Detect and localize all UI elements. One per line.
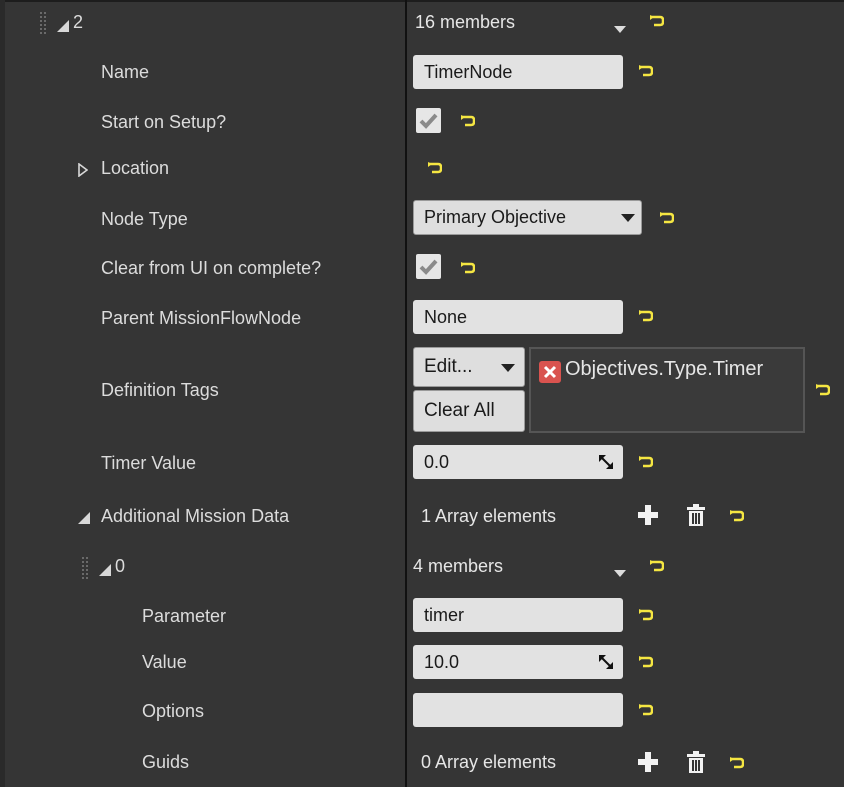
timer-value-text: 0.0 — [424, 452, 450, 472]
reset-to-default-icon[interactable] — [650, 560, 664, 572]
parameter-input[interactable]: timer — [413, 598, 623, 632]
value-input[interactable]: 10.0 — [413, 645, 623, 679]
tag-value: Objectives.Type.Timer — [565, 358, 764, 380]
members-dropdown-icon[interactable] — [614, 562, 626, 583]
value-text: 10.0 — [424, 652, 460, 672]
edit-tags-label: Edit... — [424, 356, 473, 377]
members-count: 16 members — [415, 12, 516, 32]
reset-to-default-icon[interactable] — [639, 704, 653, 716]
element-index-label: 0 — [115, 556, 126, 576]
start-on-setup-checkbox[interactable] — [416, 108, 441, 133]
trash-icon[interactable] — [687, 751, 705, 778]
options-input[interactable] — [413, 693, 623, 727]
panel-top-border — [0, 0, 844, 2]
reset-to-default-icon[interactable] — [461, 262, 475, 274]
reset-to-default-icon[interactable] — [730, 757, 744, 769]
reset-to-default-icon[interactable] — [639, 456, 653, 468]
add-element-icon[interactable] — [638, 752, 658, 777]
parameter-label: Parameter — [142, 606, 227, 626]
start-on-setup-label: Start on Setup? — [101, 112, 227, 132]
guids-label: Guids — [142, 752, 190, 772]
expanded-arrow-icon[interactable] — [78, 508, 90, 529]
chevron-down-icon — [621, 214, 635, 222]
reset-to-default-icon[interactable] — [650, 15, 664, 27]
column-divider[interactable] — [405, 0, 407, 787]
clear-all-button[interactable]: Clear All — [413, 390, 525, 432]
chevron-down-icon — [501, 364, 515, 372]
clear-from-ui-checkbox[interactable] — [416, 254, 441, 279]
timer-value-label: Timer Value — [101, 453, 197, 473]
spin-drag-icon — [599, 655, 613, 669]
array-elements-count: 1 Array elements — [421, 506, 557, 526]
reset-to-default-icon[interactable] — [816, 384, 830, 396]
additional-mission-data-label: Additional Mission Data — [101, 506, 290, 526]
remove-tag-icon[interactable] — [539, 361, 561, 383]
checkmark-icon — [419, 113, 438, 129]
value-label: Value — [142, 652, 187, 672]
node-type-label: Node Type — [101, 209, 188, 229]
tag-container: Objectives.Type.Timer — [529, 347, 805, 433]
reset-to-default-icon[interactable] — [428, 162, 442, 174]
reset-to-default-icon[interactable] — [639, 310, 653, 322]
reset-to-default-icon[interactable] — [639, 656, 653, 668]
drag-grip-icon[interactable] — [82, 557, 90, 579]
expanded-arrow-icon[interactable] — [57, 16, 69, 37]
edit-tags-dropdown[interactable]: Edit... — [413, 347, 525, 387]
node-type-value: Primary Objective — [424, 207, 567, 227]
name-label: Name — [101, 62, 150, 82]
spin-drag-icon — [599, 455, 613, 469]
name-input[interactable]: TimerNode — [413, 55, 623, 89]
checkmark-icon — [419, 259, 438, 275]
add-element-icon[interactable] — [638, 505, 658, 530]
timer-value-input[interactable]: 0.0 — [413, 445, 623, 479]
parent-node-label: Parent MissionFlowNode — [101, 308, 302, 328]
drag-grip-icon[interactable] — [40, 12, 48, 34]
location-label: Location — [101, 158, 170, 178]
panel-left-border — [0, 0, 5, 787]
trash-icon[interactable] — [687, 504, 705, 531]
collapsed-arrow-icon[interactable] — [78, 161, 89, 182]
reset-to-default-icon[interactable] — [639, 65, 653, 77]
expanded-arrow-icon[interactable] — [99, 560, 111, 581]
clear-from-ui-label: Clear from UI on complete? — [101, 258, 322, 278]
members-dropdown-icon[interactable] — [614, 18, 626, 39]
array-elements-count: 0 Array elements — [421, 752, 557, 772]
element-index-label: 2 — [73, 12, 84, 32]
node-type-dropdown[interactable]: Primary Objective — [413, 200, 642, 235]
members-count: 4 members — [413, 556, 504, 576]
reset-to-default-icon[interactable] — [660, 212, 674, 224]
reset-to-default-icon[interactable] — [730, 510, 744, 522]
options-label: Options — [142, 701, 205, 721]
details-panel: 2 16 members Name TimerNode Start on Set… — [0, 0, 844, 787]
reset-to-default-icon[interactable] — [461, 115, 475, 127]
definition-tags-label: Definition Tags — [101, 380, 219, 400]
parent-node-input[interactable]: None — [413, 300, 623, 334]
reset-to-default-icon[interactable] — [639, 609, 653, 621]
